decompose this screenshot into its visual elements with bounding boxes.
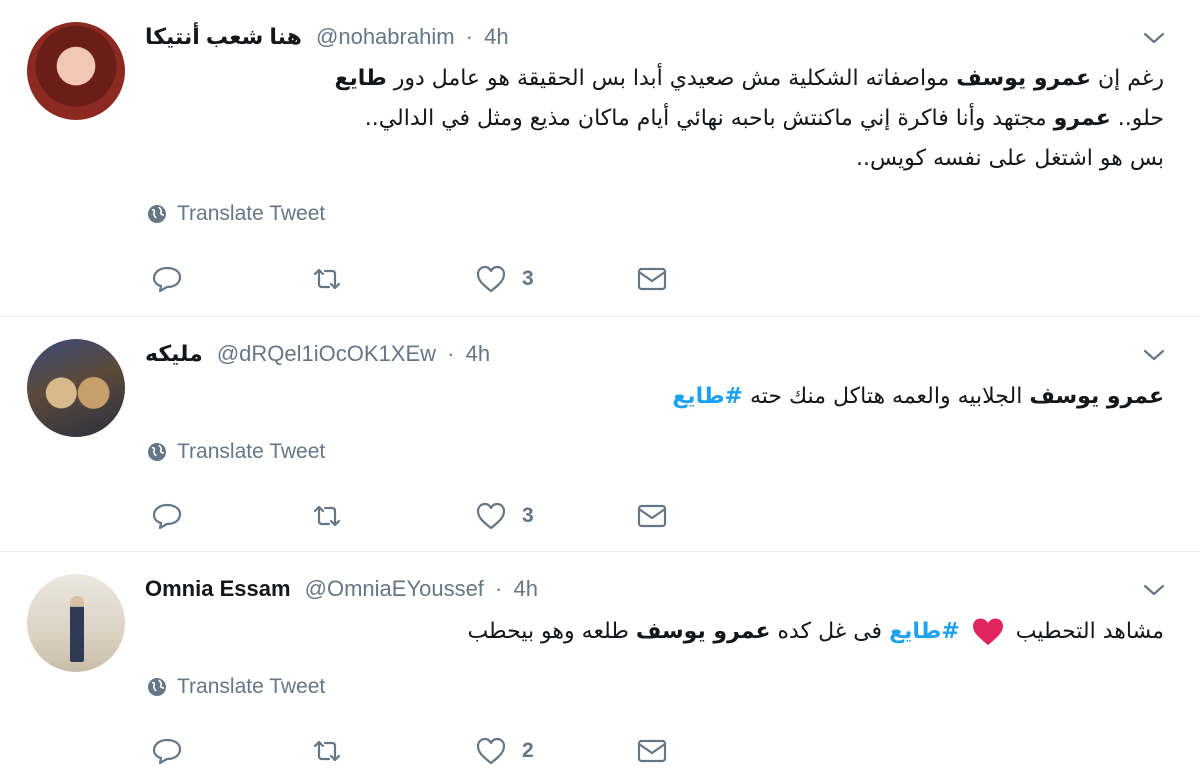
bold-keyword: عمرو يوسف — [635, 619, 771, 644]
retweet-icon — [313, 268, 341, 290]
heart-icon — [476, 737, 506, 765]
retweet-icon — [313, 505, 341, 527]
like-count: 2 — [522, 739, 534, 762]
translate-label: Translate Tweet — [177, 440, 326, 463]
user-name[interactable]: Omnia Essam — [145, 576, 291, 601]
timestamp[interactable]: 4h — [514, 576, 538, 601]
reply-button[interactable] — [150, 734, 184, 768]
translate-tweet-link[interactable]: Translate Tweet — [147, 201, 325, 227]
tweet-feed: هنا شعب أنتيكا @nohabrahim · 4h رغم إن ع… — [0, 0, 1200, 775]
text-segment: طلعه وهو بيحطب — [467, 619, 636, 644]
avatar[interactable] — [27, 22, 125, 120]
translate-tweet-link[interactable]: Translate Tweet — [147, 439, 325, 465]
text-segment: رغم إن — [1090, 66, 1164, 91]
separator-dot: · — [447, 341, 455, 366]
retweet-button[interactable] — [310, 262, 344, 296]
like-count: 3 — [522, 504, 534, 527]
bold-keyword: عمرو يوسف — [1029, 384, 1164, 409]
user-name[interactable]: مليكه — [145, 341, 203, 366]
globe-icon — [148, 443, 166, 461]
timestamp[interactable]: 4h — [466, 341, 490, 366]
avatar[interactable] — [27, 339, 125, 437]
bold-keyword: عمرو — [1053, 106, 1111, 131]
translate-label: Translate Tweet — [177, 202, 326, 225]
tweet-text-line: رغم إن عمرو يوسف مواصفاته الشكلية مش صعي… — [150, 59, 1164, 99]
tweet-text-line: بس هو اشتغل على نفسه كويس.. — [150, 139, 1164, 179]
translate-label: Translate Tweet — [177, 675, 326, 698]
globe-icon — [148, 205, 166, 223]
like-button[interactable]: 2 — [474, 734, 534, 768]
tweet-text-line: حلو.. عمرو مجتهد وأنا فاكرة إني ماكنتش ب… — [150, 99, 1164, 139]
red-heart-emoji-icon — [972, 618, 1003, 645]
like-button[interactable]: 3 — [474, 499, 534, 533]
user-handle[interactable]: @dRQel1iOcOK1XEw — [217, 341, 436, 366]
tweet-actions: 2 — [150, 734, 690, 768]
bold-keyword: طايع — [334, 66, 387, 91]
tweet-header: هنا شعب أنتيكا @nohabrahim · 4h — [145, 23, 509, 51]
text-segment: حلو.. — [1110, 106, 1164, 131]
direct-message-button[interactable] — [635, 734, 669, 768]
text-segment: مشاهد التحطيب — [1008, 619, 1164, 644]
chevron-down-icon[interactable] — [1142, 347, 1166, 363]
direct-message-button[interactable] — [635, 262, 669, 296]
user-handle[interactable]: @OmniaEYoussef — [305, 576, 484, 601]
tweet-text: رغم إن عمرو يوسف مواصفاته الشكلية مش صعي… — [150, 59, 1164, 179]
avatar[interactable] — [27, 574, 125, 672]
separator-dot: · — [465, 24, 473, 49]
tweet-text-line: عمرو يوسف الجلابيه والعمه هتاكل منك حته … — [150, 377, 1164, 417]
reply-icon — [152, 503, 182, 530]
direct-message-button[interactable] — [635, 499, 669, 533]
reply-button[interactable] — [150, 262, 184, 296]
tweet[interactable]: مليكه @dRQel1iOcOK1XEw · 4h عمرو يوسف ال… — [0, 317, 1200, 552]
tweet[interactable]: Omnia Essam @OmniaEYoussef · 4h مشاهد ال… — [0, 552, 1200, 775]
like-count: 3 — [522, 267, 534, 290]
bold-keyword: عمرو يوسف — [956, 66, 1091, 91]
text-segment: مواصفاته الشكلية مش صعيدي أبدا بس الحقيق… — [386, 66, 957, 91]
like-button[interactable]: 3 — [474, 262, 534, 296]
user-name[interactable]: هنا شعب أنتيكا — [145, 24, 302, 49]
hashtag-link[interactable]: #طايع — [889, 619, 960, 644]
heart-icon — [476, 502, 506, 530]
reply-icon — [152, 738, 182, 765]
translate-tweet-link[interactable]: Translate Tweet — [147, 674, 325, 700]
retweet-icon — [313, 740, 341, 762]
envelope-icon — [637, 267, 667, 291]
tweet-actions: 3 — [150, 262, 690, 296]
globe-icon — [148, 678, 166, 696]
user-handle[interactable]: @nohabrahim — [316, 24, 455, 49]
retweet-button[interactable] — [310, 734, 344, 768]
tweet-header: Omnia Essam @OmniaEYoussef · 4h — [145, 575, 538, 603]
tweet-text: عمرو يوسف الجلابيه والعمه هتاكل منك حته … — [150, 377, 1164, 417]
text-segment: بس هو اشتغل على نفسه كويس.. — [856, 146, 1164, 171]
text-segment — [960, 619, 967, 644]
text-segment: فى غل كده — [770, 619, 890, 644]
heart-icon — [476, 265, 506, 293]
envelope-icon — [637, 739, 667, 763]
tweet-text: مشاهد التحطيب #طايع فى غل كده عمرو يوسف … — [150, 612, 1164, 652]
chevron-down-icon[interactable] — [1142, 582, 1166, 598]
envelope-icon — [637, 504, 667, 528]
tweet-actions: 3 — [150, 499, 690, 533]
tweet-text-line: مشاهد التحطيب #طايع فى غل كده عمرو يوسف … — [150, 612, 1164, 652]
text-segment: الجلابيه والعمه هتاكل منك حته — [743, 384, 1030, 409]
tweet[interactable]: هنا شعب أنتيكا @nohabrahim · 4h رغم إن ع… — [0, 0, 1200, 317]
retweet-button[interactable] — [310, 499, 344, 533]
separator-dot: · — [495, 576, 503, 601]
text-segment: مجتهد وأنا فاكرة إني ماكنتش باحبه نهائي … — [364, 106, 1054, 131]
reply-button[interactable] — [150, 499, 184, 533]
hashtag-link[interactable]: #طايع — [672, 384, 743, 409]
reply-icon — [152, 266, 182, 293]
timestamp[interactable]: 4h — [484, 24, 508, 49]
tweet-header: مليكه @dRQel1iOcOK1XEw · 4h — [145, 340, 490, 368]
chevron-down-icon[interactable] — [1142, 30, 1166, 46]
